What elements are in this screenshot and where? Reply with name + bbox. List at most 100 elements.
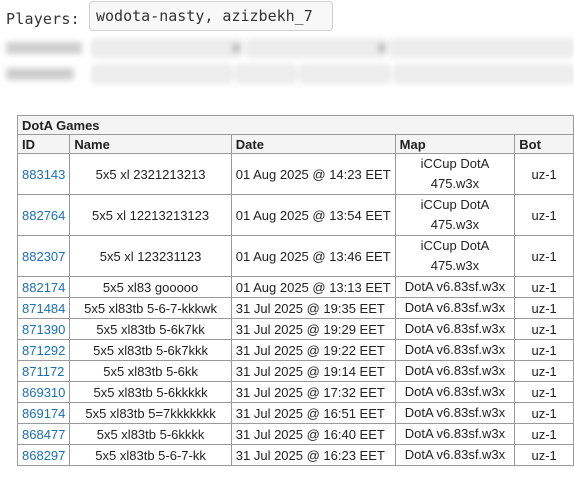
column-header-date[interactable]: Date: [230, 134, 396, 154]
cell-id: 871172: [16, 360, 71, 382]
column-header-id[interactable]: ID: [16, 134, 71, 154]
cell-bot: uz-1: [514, 402, 574, 424]
cell-id: 871484: [16, 297, 71, 319]
game-id-link[interactable]: 871292: [22, 343, 65, 358]
map-name: iCCup DotA: [420, 238, 490, 253]
game-id-link[interactable]: 868477: [22, 427, 65, 442]
map-name-line2: 475.w3x: [430, 217, 480, 232]
game-id-link[interactable]: 868297: [22, 448, 65, 463]
cell-id: 883143: [16, 153, 71, 195]
cell-name: 5x5 xl83tb 5-6-7-kkkwk: [69, 297, 232, 319]
cell-date: 31 Jul 2025 @ 16:40 EET: [230, 423, 396, 445]
cell-bot: uz-1: [514, 360, 574, 382]
cell-id: 882307: [16, 235, 71, 277]
map-name: DotA v6.83sf.w3x: [404, 363, 506, 378]
cell-map: DotA v6.83sf.w3x: [394, 423, 516, 445]
cell-name: 5x5 xl 2321213213: [69, 153, 232, 195]
players-input[interactable]: wodota-nasty, azizbekh_7: [89, 1, 333, 31]
cell-bot: uz-1: [514, 318, 574, 340]
map-name: iCCup DotA: [420, 197, 490, 212]
cell-date: 31 Jul 2025 @ 16:51 EET: [230, 402, 396, 424]
cell-date: 31 Jul 2025 @ 19:22 EET: [230, 339, 396, 361]
cell-name: 5x5 xl 123231123: [69, 235, 232, 277]
map-name: iCCup DotA: [420, 156, 490, 171]
cell-name: 5x5 xl83tb 5-6k7kkk: [69, 339, 232, 361]
cell-date: 31 Jul 2025 @ 17:32 EET: [230, 381, 396, 403]
column-header-bot[interactable]: Bot: [514, 134, 574, 154]
cell-bot: uz-1: [514, 276, 574, 298]
game-id-link[interactable]: 871484: [22, 301, 65, 316]
cell-map: iCCup DotA 475.w3x: [394, 235, 516, 277]
map-name: DotA v6.83sf.w3x: [404, 447, 506, 462]
map-name-line2: 475.w3x: [430, 258, 480, 273]
table-caption: DotA Games: [17, 115, 574, 135]
table-row: 871484 5x5 xl83tb 5-6-7-kkkwk 31 Jul 2025 …: [16, 297, 574, 319]
cell-id: 868477: [16, 423, 71, 445]
cell-id: 882764: [16, 194, 71, 236]
column-header-name[interactable]: Name: [69, 134, 232, 154]
table-row: 882174 5x5 xl83 gooooo 01 Aug 2025 @ 13:13…: [16, 276, 574, 298]
cell-map: iCCup DotA 475.w3x: [394, 194, 516, 236]
cell-name: 5x5 xl83tb 5-6kkkkk: [69, 381, 232, 403]
cell-map: DotA v6.83sf.w3x: [394, 381, 516, 403]
cell-name: 5x5 xl83tb 5-6-7-kk: [69, 444, 232, 466]
cell-map: DotA v6.83sf.w3x: [394, 339, 516, 361]
cell-date: 01 Aug 2025 @ 13:54 EET: [230, 194, 396, 236]
cell-date: 31 Jul 2025 @ 19:14 EET: [230, 360, 396, 382]
table-row: 871172 5x5 xl83tb 5-6kk 31 Jul 2025 @ 19:1…: [16, 360, 574, 382]
table-row: 882764 5x5 xl 12213213123 01 Aug 2025 @ 13…: [16, 194, 574, 236]
cell-name: 5x5 xl 12213213123: [69, 194, 232, 236]
cell-name: 5x5 xl83tb 5-6kk: [69, 360, 232, 382]
game-id-link[interactable]: 869174: [22, 406, 65, 421]
cell-bot: uz-1: [514, 339, 574, 361]
cell-id: 868297: [16, 444, 71, 466]
cell-id: 871390: [16, 318, 71, 340]
cell-bot: uz-1: [514, 423, 574, 445]
cell-bot: uz-1: [514, 297, 574, 319]
cell-map: DotA v6.83sf.w3x: [394, 444, 516, 466]
cell-bot: uz-1: [514, 235, 574, 277]
column-header-map[interactable]: Map: [394, 134, 516, 154]
cell-bot: uz-1: [514, 194, 574, 236]
cell-id: 869310: [16, 381, 71, 403]
game-id-link[interactable]: 882174: [22, 280, 65, 295]
cell-map: DotA v6.83sf.w3x: [394, 402, 516, 424]
table-row: 869174 5x5 xl83tb 5=7kkkkkkk 31 Jul 2025 @…: [16, 402, 574, 424]
game-id-link[interactable]: 871390: [22, 322, 65, 337]
table-row: 868297 5x5 xl83tb 5-6-7-kk 31 Jul 2025 @ 1…: [16, 444, 574, 466]
game-id-link[interactable]: 869310: [22, 385, 65, 400]
cell-bot: uz-1: [514, 444, 574, 466]
map-name: DotA v6.83sf.w3x: [404, 426, 506, 441]
cell-map: DotA v6.83sf.w3x: [394, 297, 516, 319]
map-name: DotA v6.83sf.w3x: [404, 321, 506, 336]
table-row: 882307 5x5 xl 123231123 01 Aug 2025 @ 13:4…: [16, 235, 574, 277]
cell-date: 01 Aug 2025 @ 13:46 EET: [230, 235, 396, 277]
table-row: 871390 5x5 xl83tb 5-6k7kk 31 Jul 2025 @ 19…: [16, 318, 574, 340]
cell-date: 01 Aug 2025 @ 14:23 EET: [230, 153, 396, 195]
cell-id: 869174: [16, 402, 71, 424]
table-row: 869310 5x5 xl83tb 5-6kkkkk 31 Jul 2025 @ 1…: [16, 381, 574, 403]
cell-map: DotA v6.83sf.w3x: [394, 276, 516, 298]
game-id-link[interactable]: 882764: [22, 208, 65, 223]
cell-map: iCCup DotA 475.w3x: [394, 153, 516, 195]
map-name-line2: 475.w3x: [430, 176, 480, 191]
cell-name: 5x5 xl83 gooooo: [69, 276, 232, 298]
cell-id: 871292: [16, 339, 71, 361]
map-name: DotA v6.83sf.w3x: [404, 300, 506, 315]
game-id-link[interactable]: 883143: [22, 167, 65, 182]
cell-date: 01 Aug 2025 @ 13:13 EET: [230, 276, 396, 298]
table-row: 868477 5x5 xl83tb 5-6kkkk 31 Jul 2025 @ 16…: [16, 423, 574, 445]
cell-map: DotA v6.83sf.w3x: [394, 360, 516, 382]
cell-name: 5x5 xl83tb 5-6k7kk: [69, 318, 232, 340]
players-label: Players:: [6, 10, 80, 28]
map-name: DotA v6.83sf.w3x: [404, 405, 506, 420]
cell-bot: uz-1: [514, 381, 574, 403]
game-id-link[interactable]: 882307: [22, 249, 65, 264]
cell-date: 31 Jul 2025 @ 19:29 EET: [230, 318, 396, 340]
table-row: 883143 5x5 xl 2321213213 01 Aug 2025 @ 14:…: [16, 153, 574, 195]
games-table: DotA Games ID Name Date Map Bot 883143 5x…: [16, 115, 574, 466]
cell-name: 5x5 xl83tb 5-6kkkk: [69, 423, 232, 445]
table-row: 871292 5x5 xl83tb 5-6k7kkk 31 Jul 2025 @ 1…: [16, 339, 574, 361]
game-id-link[interactable]: 871172: [22, 364, 64, 379]
cell-bot: uz-1: [514, 153, 574, 195]
